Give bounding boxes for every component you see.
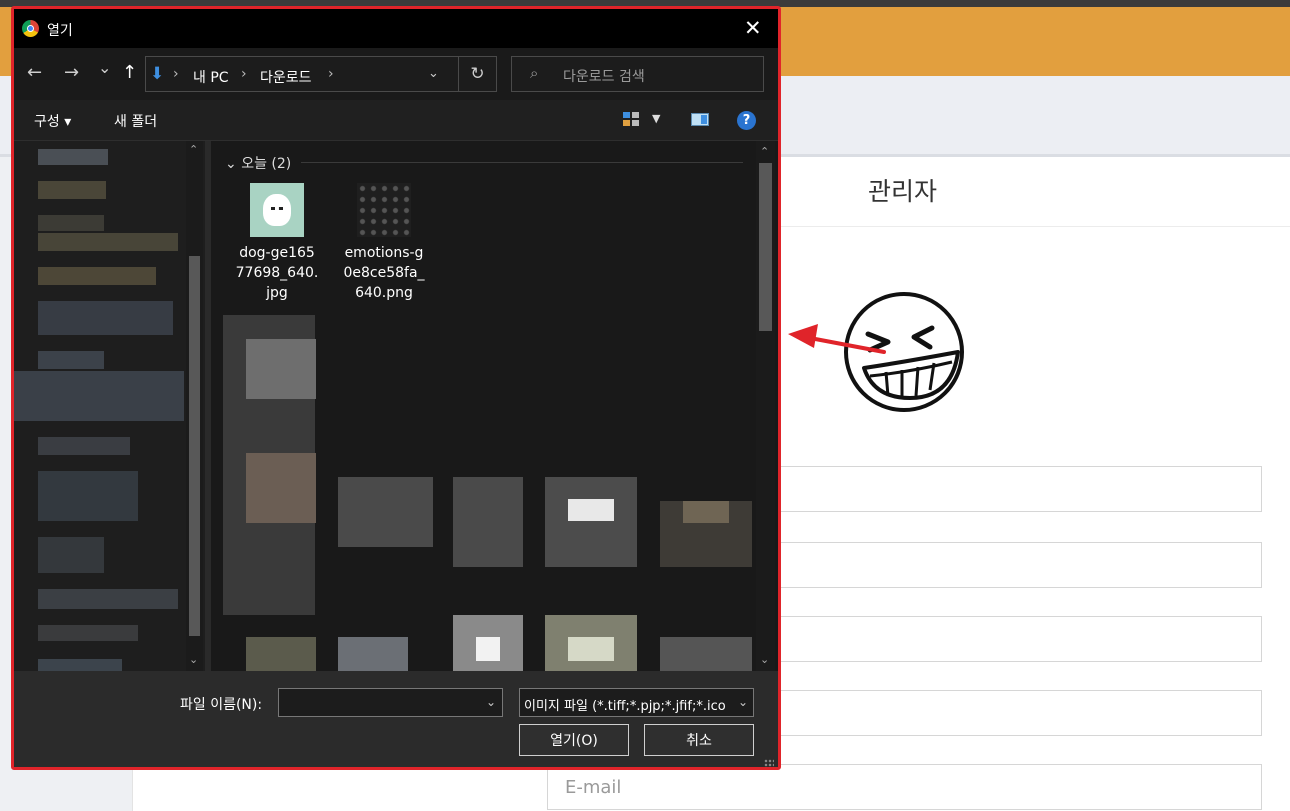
blurred-file-item[interactable] xyxy=(338,637,408,671)
blurred-nav-item[interactable] xyxy=(38,471,138,521)
change-view-icon[interactable] xyxy=(623,112,639,126)
blurred-file-item[interactable] xyxy=(660,637,752,671)
file-name: dog-ge16577698_640.jpg xyxy=(235,245,319,301)
blurred-nav-item[interactable] xyxy=(38,301,173,335)
file-name: emotions-g0e8ce58fa_640.png xyxy=(343,245,425,301)
chevron-down-icon[interactable]: ⌄ xyxy=(428,66,439,81)
image-thumbnail xyxy=(357,183,411,237)
chevron-down-icon[interactable]: ⌄ xyxy=(486,695,496,709)
dialog-toolbar: 구성 ▾ 새 폴더 ▼ ? xyxy=(14,100,778,141)
file-type-value: 이미지 파일 (*.tiff;*.pjp;*.jfif;*.ico xyxy=(524,699,726,714)
file-list-pane[interactable]: ⌄ 오늘 (2) dog-ge16577698_640.jpg emotions… xyxy=(211,141,778,671)
email-field[interactable] xyxy=(547,764,1262,810)
chevron-right-icon[interactable]: › xyxy=(241,66,247,82)
blurred-nav-item[interactable] xyxy=(38,267,156,285)
blurred-file-item[interactable] xyxy=(453,477,523,567)
search-icon: ⌕ xyxy=(530,64,539,82)
chevron-down-icon[interactable]: ⌄ xyxy=(734,695,748,709)
blurred-file-item[interactable] xyxy=(568,637,614,661)
organize-menu-button[interactable]: 구성 ▾ xyxy=(34,111,71,131)
image-thumbnail xyxy=(250,183,304,237)
dialog-title: 열기 xyxy=(47,23,73,39)
close-icon[interactable]: ✕ xyxy=(744,16,762,40)
chevron-right-icon[interactable]: › xyxy=(173,66,179,82)
blurred-nav-item[interactable] xyxy=(38,149,108,165)
blurred-nav-item[interactable] xyxy=(38,659,122,671)
blurred-nav-item[interactable] xyxy=(38,437,130,455)
preview-pane-icon[interactable] xyxy=(691,113,709,126)
blurred-file-item[interactable] xyxy=(338,477,433,547)
group-divider xyxy=(301,162,743,163)
new-folder-button[interactable]: 새 폴더 xyxy=(114,111,157,131)
scroll-down-icon[interactable]: ⌄ xyxy=(760,653,769,666)
file-type-select[interactable]: 이미지 파일 (*.tiff;*.pjp;*.jfif;*.ico ⌄ xyxy=(519,688,754,717)
refresh-icon[interactable]: ↻ xyxy=(458,57,496,91)
chrome-icon xyxy=(22,20,39,37)
scroll-down-icon[interactable]: ⌄ xyxy=(189,653,198,666)
navigation-scrollbar[interactable]: ⌃ ⌄ xyxy=(186,141,203,671)
breadcrumb-my-pc[interactable]: 내 PC xyxy=(193,67,229,87)
file-item[interactable]: emotions-g0e8ce58fa_640.png xyxy=(342,183,426,303)
blurred-nav-item[interactable] xyxy=(38,233,178,251)
page-title: 관리자 xyxy=(868,177,938,206)
red-arrow-annotation xyxy=(788,324,886,354)
blurred-nav-item[interactable] xyxy=(38,625,138,641)
file-open-dialog: 열기 ✕ ← → ⌄ ↑ ⬇ › 내 PC › 다운로드 › ⌄ ↻ ⌕ 다운로… xyxy=(11,6,781,770)
title-divider xyxy=(780,226,1290,227)
blurred-file-item[interactable] xyxy=(246,453,316,523)
navigation-bar: ← → ⌄ ↑ ⬇ › 내 PC › 다운로드 › ⌄ ↻ ⌕ 다운로드 검색 xyxy=(14,48,778,100)
scroll-up-icon[interactable]: ⌃ xyxy=(189,143,198,156)
search-box[interactable]: ⌕ 다운로드 검색 xyxy=(511,56,764,92)
address-bar[interactable]: ⬇ › 내 PC › 다운로드 › ⌄ ↻ xyxy=(145,56,497,92)
dialog-titlebar: 열기 ✕ xyxy=(14,9,778,48)
search-input[interactable]: 다운로드 검색 xyxy=(563,66,645,86)
group-header-today[interactable]: ⌄ 오늘 (2) xyxy=(225,153,291,173)
blurred-nav-item[interactable] xyxy=(38,181,106,199)
chevron-right-icon[interactable]: › xyxy=(328,66,334,82)
resize-grip-icon[interactable] xyxy=(764,759,774,767)
navigation-pane[interactable]: ⌃ ⌄ xyxy=(14,141,205,671)
file-name-input[interactable] xyxy=(279,689,479,716)
file-name-combobox[interactable]: ⌄ xyxy=(278,688,503,717)
blurred-nav-item[interactable] xyxy=(38,351,104,369)
scroll-up-icon[interactable]: ⌃ xyxy=(760,145,769,158)
file-list-scrollbar[interactable]: ⌃ ⌄ xyxy=(756,141,775,671)
file-item[interactable]: dog-ge16577698_640.jpg xyxy=(235,183,319,303)
blurred-nav-item[interactable] xyxy=(38,537,104,573)
back-arrow-icon[interactable]: ← xyxy=(27,62,42,83)
email-input[interactable] xyxy=(548,765,1261,809)
forward-arrow-icon[interactable]: → xyxy=(64,62,79,83)
blurred-file-item[interactable] xyxy=(568,499,614,521)
file-name-label: 파일 이름(N): xyxy=(180,697,263,713)
blurred-nav-item[interactable] xyxy=(38,589,178,609)
view-options-dropdown-icon[interactable]: ▼ xyxy=(652,112,660,125)
blurred-file-item[interactable] xyxy=(476,637,500,661)
recent-locations-chevron-icon[interactable]: ⌄ xyxy=(98,58,111,77)
blurred-nav-item[interactable] xyxy=(38,215,104,231)
blurred-file-item[interactable] xyxy=(683,501,729,523)
scrollbar-thumb[interactable] xyxy=(189,256,200,636)
group-header-label: 오늘 (2) xyxy=(241,156,292,172)
blurred-file-item[interactable] xyxy=(545,477,637,567)
downloads-icon: ⬇ xyxy=(150,64,165,84)
cancel-button[interactable]: 취소 xyxy=(644,724,754,756)
breadcrumb-downloads[interactable]: 다운로드 xyxy=(260,67,312,87)
blurred-file-item[interactable] xyxy=(246,637,316,671)
up-arrow-icon[interactable]: ↑ xyxy=(122,62,137,83)
blurred-nav-item[interactable] xyxy=(14,371,184,421)
scrollbar-thumb[interactable] xyxy=(759,163,772,331)
blurred-file-item[interactable] xyxy=(246,339,316,399)
dialog-footer: 파일 이름(N): ⌄ 이미지 파일 (*.tiff;*.pjp;*.jfif;… xyxy=(14,671,778,767)
open-button[interactable]: 열기(O) xyxy=(519,724,629,756)
help-icon[interactable]: ? xyxy=(737,111,756,130)
